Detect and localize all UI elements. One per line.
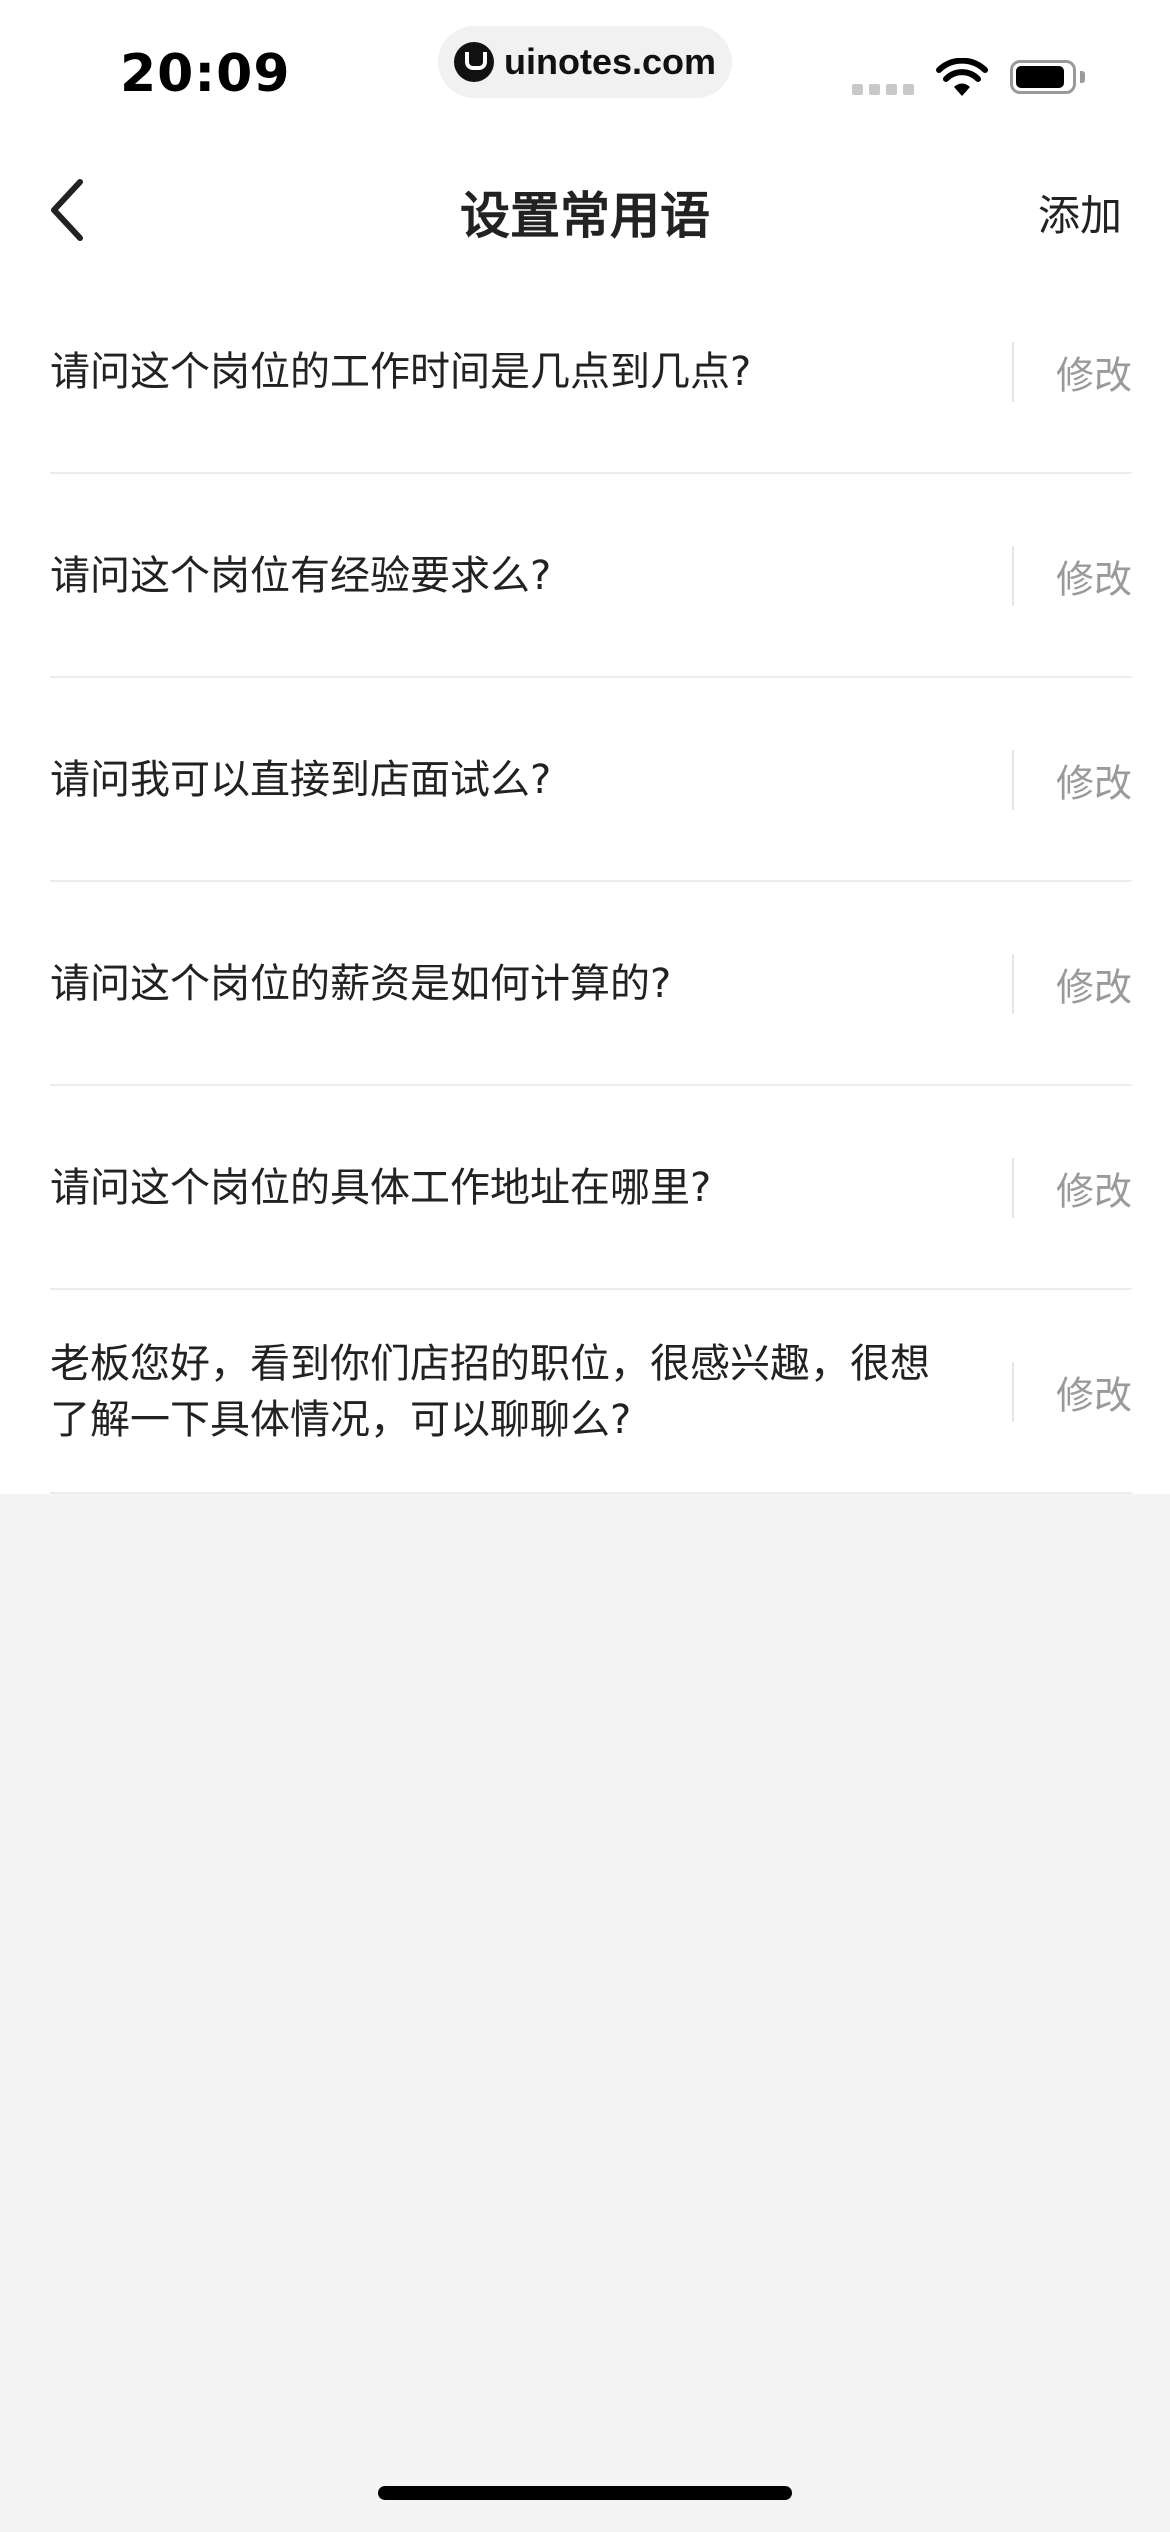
battery-icon [1010, 60, 1088, 96]
home-indicator[interactable] [378, 2486, 792, 2500]
status-bar: 20:09 uinotes.com [0, 0, 1170, 150]
phrase-text: 请问我可以直接到店面试么? [50, 757, 552, 803]
nav-bar: 设置常用语 添加 [0, 150, 1170, 270]
phrase-text: 请问这个岗位的工作时间是几点到几点? [50, 349, 752, 395]
phrase-text: 老板您好，看到你们店招的职位，很感兴趣，很想了解一下具体情况，可以聊聊么? [50, 1341, 930, 1443]
edit-button[interactable]: 修改 [1056, 1365, 1132, 1420]
phrase-text: 请问这个岗位的薪资是如何计算的? [50, 961, 672, 1007]
divider [1012, 342, 1014, 402]
phrase-list: 请问这个岗位的工作时间是几点到几点? 修改 请问这个岗位有经验要求么? 修改 请… [0, 270, 1170, 1494]
status-time: 20:09 [120, 44, 291, 104]
url-text: uinotes.com [503, 41, 717, 82]
edit-button[interactable]: 修改 [1056, 753, 1132, 808]
phrase-text: 请问这个岗位有经验要求么? [50, 553, 552, 599]
list-item: 请问这个岗位的工作时间是几点到几点? 修改 [0, 270, 1170, 474]
list-item: 请问这个岗位有经验要求么? 修改 [0, 474, 1170, 678]
cellular-signal-icon [852, 84, 914, 95]
edit-button[interactable]: 修改 [1056, 957, 1132, 1012]
divider [1012, 546, 1014, 606]
list-item: 请问这个岗位的薪资是如何计算的? 修改 [0, 882, 1170, 1086]
wifi-icon [936, 58, 988, 96]
phrase-text: 请问这个岗位的具体工作地址在哪里? [50, 1165, 712, 1211]
edit-button[interactable]: 修改 [1056, 549, 1132, 604]
list-item: 请问这个岗位的具体工作地址在哪里? 修改 [0, 1086, 1170, 1290]
divider [1012, 1362, 1014, 1422]
page-title: 设置常用语 [460, 187, 710, 245]
divider [1012, 1158, 1014, 1218]
list-item: 请问我可以直接到店面试么? 修改 [0, 678, 1170, 882]
divider [1012, 750, 1014, 810]
url-pill: uinotes.com [438, 26, 732, 98]
edit-button[interactable]: 修改 [1056, 345, 1132, 400]
edit-button[interactable]: 修改 [1056, 1161, 1132, 1216]
add-button[interactable]: 添加 [1038, 182, 1122, 243]
list-item: 老板您好，看到你们店招的职位，很感兴趣，很想了解一下具体情况，可以聊聊么? 修改 [0, 1290, 1170, 1494]
divider [1012, 954, 1014, 1014]
uinotes-logo-icon [453, 42, 494, 82]
